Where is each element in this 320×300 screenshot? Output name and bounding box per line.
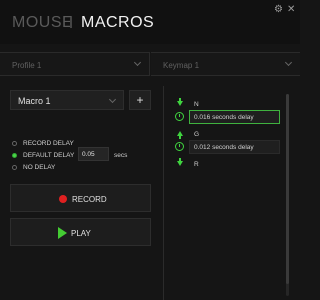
clock-icon bbox=[175, 142, 184, 151]
event-row[interactable]: 0.012 seconds delay bbox=[170, 139, 282, 156]
tab-macros[interactable]: MACROS bbox=[81, 14, 154, 32]
record-button[interactable]: RECORD bbox=[10, 184, 151, 212]
record-label: RECORD bbox=[72, 195, 107, 204]
event-key-label: R bbox=[194, 161, 199, 168]
tab-mouse[interactable]: MOUSE bbox=[12, 14, 73, 32]
chevron-down-icon bbox=[133, 58, 142, 67]
macro-selected-label: Macro 1 bbox=[18, 96, 51, 106]
event-key-label: G bbox=[194, 131, 200, 138]
radio-label: DEFAULT DELAY bbox=[23, 152, 75, 159]
top-bar: MOUSE MACROS ⚙ ✕ bbox=[0, 0, 300, 44]
record-icon bbox=[59, 195, 67, 203]
play-button[interactable]: PLAY bbox=[10, 218, 151, 246]
close-icon[interactable]: ✕ bbox=[287, 5, 295, 15]
event-row[interactable]: 0.016 seconds delay bbox=[170, 109, 282, 126]
default-delay-input[interactable]: 0.05 bbox=[78, 147, 109, 161]
scrollbar[interactable] bbox=[286, 94, 289, 296]
gear-icon[interactable]: ⚙ bbox=[274, 5, 283, 15]
macro-dropdown[interactable]: Macro 1 bbox=[10, 90, 124, 110]
panel-divider bbox=[163, 86, 164, 300]
event-row[interactable]: R bbox=[170, 156, 282, 173]
profile-label: Profile 1 bbox=[12, 61, 42, 70]
keymap-label: Keymap 1 bbox=[163, 61, 200, 70]
radio-indicator bbox=[12, 141, 17, 146]
radio-indicator-selected bbox=[12, 153, 17, 158]
play-icon bbox=[58, 227, 67, 239]
nav-divider bbox=[70, 17, 72, 28]
add-macro-button[interactable]: + bbox=[129, 90, 151, 110]
arrow-stem bbox=[179, 98, 181, 101]
chevron-down-icon bbox=[108, 95, 117, 104]
radio-label: NO DELAY bbox=[23, 164, 56, 171]
macro-settings-panel: Macro 1 + RECORD DELAY DEFAULT DELAY 0.0… bbox=[0, 80, 160, 300]
macro-event-list: N 0.016 seconds delay G 0.012 seconds de… bbox=[170, 88, 300, 300]
delay-unit-label: secs bbox=[114, 152, 128, 159]
delay-field[interactable]: 0.016 seconds delay bbox=[189, 110, 280, 124]
radio-indicator bbox=[12, 165, 17, 170]
profile-dropdown[interactable]: Profile 1 bbox=[0, 52, 150, 76]
keymap-dropdown[interactable]: Keymap 1 bbox=[151, 52, 300, 76]
play-label: PLAY bbox=[71, 229, 91, 238]
scroll-thumb[interactable] bbox=[286, 94, 289, 284]
down-arrow-icon bbox=[177, 101, 183, 106]
delay-field[interactable]: 0.012 seconds delay bbox=[189, 140, 280, 154]
clock-icon bbox=[175, 112, 184, 121]
chevron-down-icon bbox=[284, 58, 293, 67]
down-arrow-icon bbox=[177, 161, 183, 166]
arrow-stem bbox=[179, 158, 181, 161]
radio-label: RECORD DELAY bbox=[23, 140, 74, 147]
event-key-label: N bbox=[194, 101, 199, 108]
